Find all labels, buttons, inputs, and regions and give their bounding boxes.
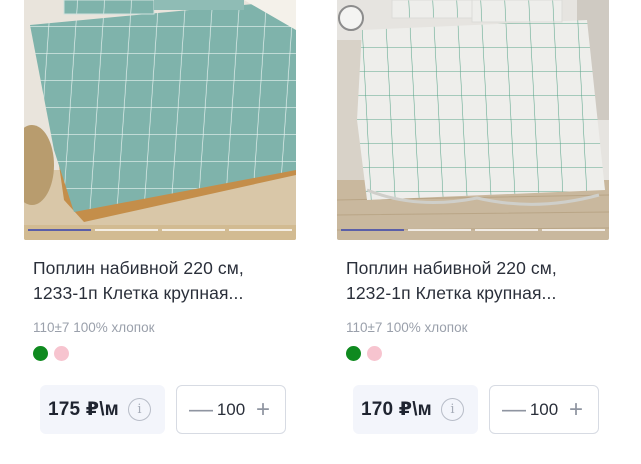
price: 170 ₽\м xyxy=(361,399,432,420)
product-title[interactable]: Поплин набивной 220 см, 1233-1п Клетка к… xyxy=(33,256,295,306)
product-title-line: Поплин набивной 220 см, xyxy=(346,258,557,278)
slider-segment-active xyxy=(28,229,91,231)
color-swatch-pink[interactable] xyxy=(54,346,69,361)
slider-segment xyxy=(475,229,538,231)
plus-button[interactable]: + xyxy=(566,397,586,422)
slider-segment-active xyxy=(341,229,404,231)
image-slider-indicator xyxy=(28,229,292,231)
minus-button[interactable]: — xyxy=(502,397,526,422)
product-card[interactable]: Поплин набивной 220 см, 1233-1п Клетка к… xyxy=(24,0,296,464)
product-title[interactable]: Поплин набивной 220 см, 1232-1п Клетка к… xyxy=(346,256,608,306)
quantity-value[interactable]: 100 xyxy=(530,400,558,420)
plus-button[interactable]: + xyxy=(253,397,273,422)
quantity-value[interactable]: 100 xyxy=(217,400,245,420)
price-box: 175 ₽\м i xyxy=(40,385,165,434)
color-swatch-pink[interactable] xyxy=(367,346,382,361)
color-swatches xyxy=(346,346,382,361)
product-card[interactable]: Поплин набивной 220 см, 1232-1п Клетка к… xyxy=(337,0,609,464)
product-specs: 110±7 100% хлопок xyxy=(346,320,468,335)
slider-segment xyxy=(408,229,471,231)
color-swatches xyxy=(33,346,69,361)
slider-segment xyxy=(95,229,158,231)
product-image[interactable] xyxy=(24,0,296,240)
color-swatch-green[interactable] xyxy=(33,346,48,361)
price: 175 ₽\м xyxy=(48,399,119,420)
slider-segment xyxy=(542,229,605,231)
product-specs: 110±7 100% хлопок xyxy=(33,320,155,335)
price-box: 170 ₽\м i xyxy=(353,385,478,434)
product-title-line: 1233-1п Клетка крупная... xyxy=(33,283,244,303)
bedding-illustration xyxy=(337,0,609,240)
quantity-stepper: — 100 + xyxy=(489,385,599,434)
bedding-illustration xyxy=(24,0,296,240)
info-icon[interactable]: i xyxy=(441,398,464,421)
product-image[interactable] xyxy=(337,0,609,240)
quantity-stepper: — 100 + xyxy=(176,385,286,434)
product-title-line: 1232-1п Клетка крупная... xyxy=(346,283,557,303)
color-swatch-green[interactable] xyxy=(346,346,361,361)
minus-button[interactable]: — xyxy=(189,397,213,422)
info-icon[interactable]: i xyxy=(128,398,151,421)
slider-segment xyxy=(162,229,225,231)
slider-segment xyxy=(229,229,292,231)
product-title-line: Поплин набивной 220 см, xyxy=(33,258,244,278)
image-slider-indicator xyxy=(341,229,605,231)
